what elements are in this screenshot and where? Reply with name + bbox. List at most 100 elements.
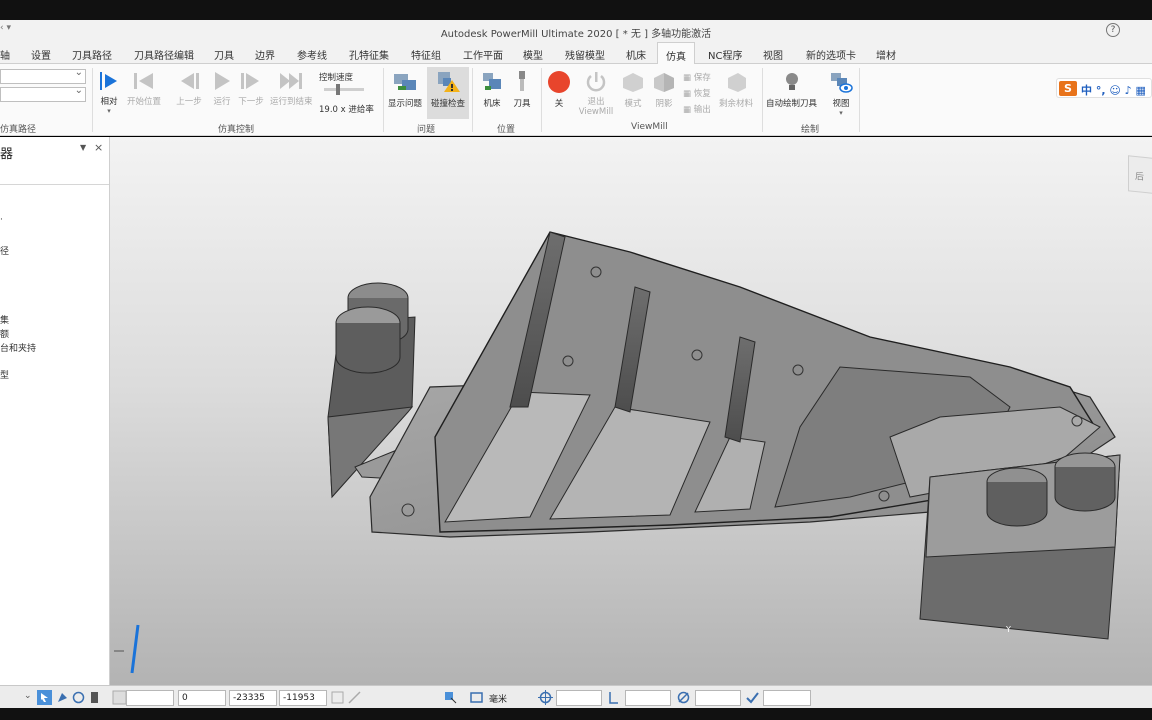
status-field-last[interactable] (763, 690, 811, 706)
machine-position-button[interactable]: 机床 (480, 70, 504, 109)
ribbon-tab-bar: 轴 设置 刀具路径 刀具路径编辑 刀具 边界 参考线 孔特征集 特征组 工作平面… (0, 42, 1152, 65)
close-icon[interactable]: × (94, 141, 103, 154)
step-back-button[interactable]: 上一步 (176, 70, 202, 107)
snap-icon[interactable] (330, 690, 345, 705)
tool-axis-icon[interactable] (606, 690, 621, 705)
show-problems-button[interactable]: 显示问题 (388, 70, 422, 109)
status-field-empty[interactable] (126, 690, 174, 706)
group-separator (859, 68, 860, 132)
machine-label: 机床 (483, 99, 501, 109)
draw-view-button[interactable]: 视图 ▾ (828, 70, 854, 117)
thickness-field[interactable] (625, 690, 671, 706)
run-to-end-label: 运行到结束 (270, 97, 313, 107)
tool-select-icon[interactable] (87, 690, 102, 705)
relative-label: 相对 (100, 97, 118, 107)
restore-button[interactable]: ▦ 恢复 (683, 86, 711, 102)
tab-toolpath-edit[interactable]: 刀具路径编辑 (134, 47, 194, 62)
tab-simulation[interactable]: 仿真 (657, 42, 695, 65)
chevron-down-icon[interactable]: ⌄ (24, 691, 32, 701)
run-to-end-button[interactable]: 运行到结束 (270, 70, 313, 107)
tab-boundary[interactable]: 边界 (255, 47, 275, 62)
simulation-path-combo[interactable] (0, 67, 86, 84)
measure-icon[interactable] (347, 690, 362, 705)
mode-label: 模式 (624, 99, 642, 109)
explorer-header: 器 ▼ × (0, 137, 109, 185)
exit-viewmill-button[interactable]: 退出 ViewMill (578, 70, 614, 117)
tab-machine[interactable]: 机床 (626, 47, 646, 62)
diameter-icon[interactable] (676, 690, 691, 705)
tab-toolpaths[interactable]: 刀具路径 (72, 47, 112, 62)
tab-setup[interactable]: 设置 (31, 47, 51, 62)
tolerance-field[interactable] (556, 690, 602, 706)
speed-slider-thumb[interactable] (336, 84, 340, 95)
run-button[interactable]: 运行 (211, 70, 233, 107)
ime-status-text: 中 °, ☺ ♪ ▦ (1081, 84, 1146, 97)
run-label: 运行 (213, 97, 231, 107)
speed-slider[interactable] (324, 84, 364, 95)
tree-item-model[interactable]: 型 (0, 368, 9, 381)
viewmill-off-button[interactable]: 关 (547, 70, 571, 109)
step-forward-label: 下一步 (238, 97, 264, 107)
tab-stock-model[interactable]: 残留模型 (565, 47, 605, 62)
tab-reference[interactable]: 参考线 (297, 47, 327, 62)
save-button[interactable]: ▦ 保存 (683, 70, 711, 86)
tab-file-partial[interactable]: 轴 (0, 47, 10, 62)
ime-toolbar[interactable]: S 中 °, ☺ ♪ ▦ (1056, 78, 1152, 98)
restore-label: 恢复 (693, 89, 711, 99)
simulation-tool-combo[interactable] (0, 85, 86, 102)
show-problems-icon (394, 74, 416, 90)
tab-tool[interactable]: 刀具 (214, 47, 234, 62)
diameter-field[interactable] (695, 690, 741, 706)
tab-feature-groups[interactable]: 特征组 (411, 47, 441, 62)
start-position-button[interactable]: 开始位置 (127, 70, 161, 107)
top-black-bar (0, 0, 1152, 20)
help-icon[interactable]: ? (1106, 23, 1120, 37)
checkmark-icon[interactable] (745, 690, 760, 705)
viewmill-shade-button[interactable]: 阴影 (651, 70, 677, 109)
select-cursor-icon[interactable] (37, 690, 52, 705)
title-bar: ‹ ▾ Autodesk PowerMill Ultimate 2020 [ *… (0, 20, 1152, 42)
remaining-material-button[interactable]: 剩余材料 (719, 70, 753, 109)
coordinate-z-field[interactable]: -11953 (279, 690, 327, 706)
workplane-icon[interactable] (443, 690, 458, 705)
rotate-icon[interactable] (71, 690, 86, 705)
tree-item-amount[interactable]: 额 (0, 327, 9, 340)
tree-item[interactable]: · (0, 215, 3, 225)
graphics-viewport[interactable]: 后 Y (110, 137, 1152, 685)
relative-button[interactable]: 相对 ▾ (99, 70, 119, 115)
exit-viewmill-label: 退出 ViewMill (578, 97, 614, 117)
collision-check-button[interactable]: 碰撞检查 (427, 67, 469, 119)
auto-draw-tool-button[interactable]: 自动绘制刀具 (766, 70, 817, 109)
remaining-material-label: 剩余材料 (719, 99, 754, 109)
skip-start-icon (134, 73, 153, 89)
simulation-path-group-label: 仿真路径 (0, 125, 37, 135)
coordinate-x-field[interactable]: 0 (178, 690, 226, 706)
tab-model[interactable]: 模型 (523, 47, 543, 62)
tab-workplane[interactable]: 工作平面 (463, 47, 503, 62)
tab-new[interactable]: 新的选项卡 (806, 47, 856, 62)
start-position-label: 开始位置 (127, 97, 162, 107)
fast-forward-icon (280, 73, 303, 89)
view-cube[interactable]: 后 (1128, 155, 1152, 195)
viewmill-mode-button[interactable]: 模式 (620, 70, 646, 109)
crosshair-icon[interactable] (538, 690, 553, 705)
tree-item-toolpaths[interactable]: 径 (0, 244, 9, 257)
panel-menu-icon[interactable]: ▼ (80, 143, 86, 152)
pan-icon[interactable] (55, 690, 70, 705)
view-eye-icon (831, 73, 853, 93)
tool-position-button[interactable]: 刀具 (512, 70, 532, 109)
tree-item-table-clamps[interactable]: 台和夹持 (0, 341, 36, 354)
save-label: 保存 (693, 73, 711, 83)
coordinate-y-field[interactable]: -23335 (229, 690, 277, 706)
step-forward-icon (241, 73, 259, 89)
tab-view[interactable]: 视图 (763, 47, 783, 62)
step-forward-button[interactable]: 下一步 (238, 70, 264, 107)
axis-y-label: Y (1006, 625, 1011, 634)
tab-additive[interactable]: 增材 (876, 47, 896, 62)
export-button[interactable]: ▦ 输出 (683, 102, 711, 118)
tab-hole-features[interactable]: 孔特征集 (349, 47, 389, 62)
bottom-black-bar (0, 708, 1152, 720)
tree-item-sets[interactable]: 集 (0, 313, 9, 326)
grid-icon (112, 690, 127, 705)
tab-nc-programs[interactable]: NC程序 (708, 47, 742, 62)
